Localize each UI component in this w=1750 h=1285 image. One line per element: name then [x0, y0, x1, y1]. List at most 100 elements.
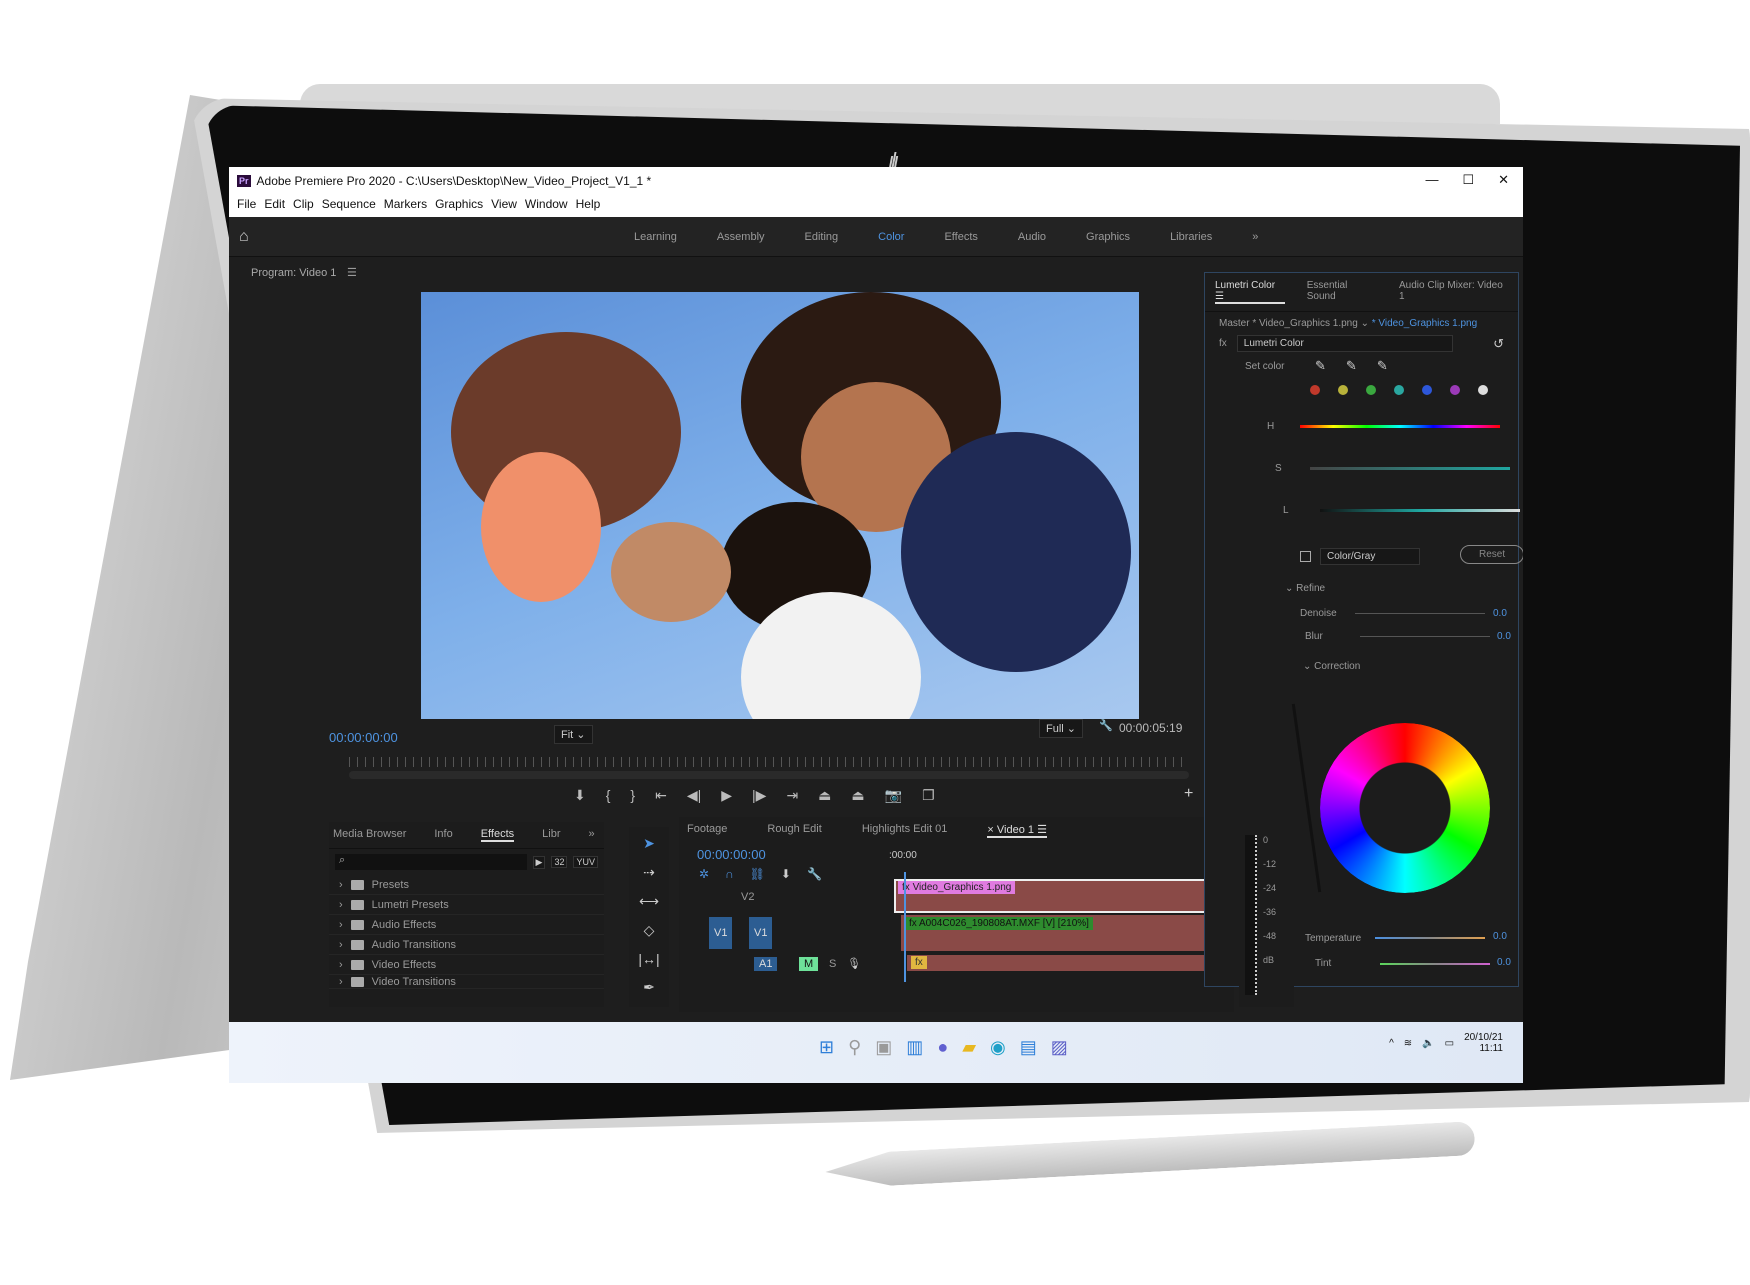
tab-graphics[interactable]: Graphics [1086, 231, 1130, 243]
color-swatch[interactable] [1478, 385, 1488, 395]
v1-track-label[interactable]: V1 [749, 917, 773, 949]
chat-icon[interactable]: ● [937, 1037, 948, 1058]
snap-icon[interactable]: ∩ [725, 867, 734, 881]
menu-help[interactable]: Help [576, 197, 601, 215]
wrench-icon[interactable]: 🔧 [1099, 719, 1113, 732]
v1-clip[interactable]: fx A004C026_190808AT.MXF [V] [210%] [905, 917, 1093, 930]
camera-icon[interactable]: 📷 [885, 787, 902, 804]
store-icon[interactable]: ▤ [1020, 1037, 1037, 1058]
tab-rough-edit[interactable]: Rough Edit [767, 823, 821, 838]
go-to-in-icon[interactable]: ⇤ [655, 787, 667, 804]
list-item[interactable]: › Audio Effects [329, 915, 604, 935]
eyedropper-add-icon[interactable]: ✎ [1346, 358, 1357, 374]
tab-effects-panel[interactable]: Effects [480, 828, 515, 842]
luminance-slider[interactable] [1320, 509, 1520, 512]
effect-dropdown[interactable]: Lumetri Color [1236, 335, 1454, 352]
a1-clip[interactable] [907, 955, 1227, 971]
refine-section[interactable]: ⌄ Refine [1285, 583, 1325, 594]
close-button[interactable]: ✕ [1498, 172, 1509, 188]
color-swatch[interactable] [1366, 385, 1376, 395]
teams-icon[interactable]: ▨ [1051, 1037, 1068, 1058]
list-item[interactable]: › Video Effects [329, 955, 604, 975]
nest-icon[interactable]: ✲ [699, 867, 709, 881]
compare-icon[interactable]: ❐ [922, 787, 935, 804]
mark-out-icon[interactable]: } [630, 787, 635, 804]
color-swatch[interactable] [1310, 385, 1320, 395]
tab-audio[interactable]: Audio [1018, 231, 1046, 243]
eyedropper-icon[interactable]: ✎ [1315, 358, 1326, 374]
razor-tool-icon[interactable]: ◇ [644, 922, 655, 939]
eyedropper-subtract-icon[interactable]: ✎ [1377, 358, 1388, 374]
explorer-icon[interactable]: ▰ [962, 1037, 976, 1058]
menu-window[interactable]: Window [525, 197, 568, 215]
mark-in-icon[interactable]: { [606, 787, 611, 804]
list-item[interactable]: › Lumetri Presets [329, 895, 604, 915]
lift-icon[interactable]: ⏏ [818, 787, 831, 804]
denoise-value[interactable]: 0.0 [1493, 608, 1507, 619]
luma-slider[interactable] [1291, 703, 1322, 893]
effects-search-input[interactable]: ⌕ [335, 854, 527, 870]
color-gray-dropdown[interactable]: Color/Gray [1320, 548, 1420, 565]
search-icon[interactable]: ⚲ [848, 1037, 861, 1058]
menu-markers[interactable]: Markers [384, 197, 427, 215]
go-to-out-icon[interactable]: ⇥ [786, 787, 798, 804]
menu-sequence[interactable]: Sequence [322, 197, 376, 215]
menu-graphics[interactable]: Graphics [435, 197, 483, 215]
reset-effect-icon[interactable]: ↺ [1493, 336, 1504, 352]
menu-file[interactable]: File [237, 197, 256, 215]
more-workspaces-button[interactable]: » [1252, 231, 1258, 243]
a1-track-label[interactable]: A1 [754, 957, 778, 971]
ripple-edit-tool-icon[interactable]: ⟷ [639, 893, 659, 910]
tab-highlights-edit[interactable]: Highlights Edit 01 [862, 823, 948, 838]
tab-libraries[interactable]: Libraries [1170, 231, 1212, 243]
tab-assembly[interactable]: Assembly [717, 231, 765, 243]
color-swatch[interactable] [1450, 385, 1460, 395]
32bit-effects-badge[interactable]: 32 [551, 856, 568, 868]
reset-button[interactable]: Reset [1460, 545, 1523, 564]
playhead[interactable] [904, 872, 906, 982]
volume-icon[interactable]: 🔈 [1422, 1038, 1434, 1049]
program-timecode[interactable]: 00:00:00:00 [329, 730, 398, 745]
temperature-slider[interactable] [1375, 937, 1485, 939]
tab-color[interactable]: Color [878, 231, 904, 243]
tab-footage[interactable]: Footage [687, 823, 727, 838]
v1-source-patch[interactable]: V1 [709, 917, 733, 949]
step-back-icon[interactable]: ◀| [687, 787, 701, 804]
maximize-button[interactable]: ☐ [1462, 172, 1474, 188]
list-item[interactable]: › Presets [329, 875, 604, 895]
temperature-value[interactable]: 0.0 [1493, 931, 1507, 942]
hue-slider[interactable] [1300, 425, 1500, 428]
track-select-tool-icon[interactable]: ⇢ [643, 864, 655, 881]
list-item[interactable]: › Video Transitions [329, 975, 604, 989]
correction-section[interactable]: ⌄ Correction [1303, 661, 1360, 672]
color-gray-checkbox[interactable] [1300, 551, 1311, 562]
chevron-up-icon[interactable]: ^ [1389, 1038, 1394, 1049]
tab-video-1[interactable]: × Video 1 ☰ [987, 823, 1047, 838]
tab-lumetri-color[interactable]: Lumetri Color ☰ [1215, 280, 1285, 304]
marker-icon[interactable]: ⬇ [781, 867, 791, 881]
color-swatch[interactable] [1338, 385, 1348, 395]
tab-essential-sound[interactable]: Essential Sound [1307, 280, 1377, 304]
clock[interactable]: 20/10/21 11:11 [1464, 1032, 1503, 1054]
tab-info[interactable]: Info [434, 828, 452, 842]
tab-libraries-panel[interactable]: Libr [542, 828, 560, 842]
minimize-button[interactable]: — [1425, 172, 1438, 188]
step-forward-icon[interactable]: |▶ [752, 787, 766, 804]
tint-value[interactable]: 0.0 [1497, 957, 1511, 968]
linked-selection-icon[interactable]: ⛓ [750, 867, 765, 881]
color-swatch[interactable] [1422, 385, 1432, 395]
timeline-timecode[interactable]: 00:00:00:00 [697, 847, 766, 862]
program-time-ruler[interactable] [349, 757, 1189, 767]
battery-icon[interactable]: ▭ [1445, 1038, 1454, 1049]
master-clip-dropdown[interactable]: Master * Video_Graphics 1.png [1219, 318, 1358, 329]
slip-tool-icon[interactable]: |↔| [638, 951, 659, 967]
color-wheel[interactable] [1320, 723, 1490, 893]
menu-view[interactable]: View [491, 197, 517, 215]
more-panels-button[interactable]: » [589, 828, 595, 842]
accelerated-effects-badge[interactable]: ▶ [532, 855, 546, 869]
tab-editing[interactable]: Editing [805, 231, 839, 243]
wifi-icon[interactable]: ≋ [1404, 1038, 1412, 1049]
solo-button[interactable]: S [829, 958, 836, 970]
tab-learning[interactable]: Learning [634, 231, 677, 243]
tab-media-browser[interactable]: Media Browser [333, 828, 406, 842]
